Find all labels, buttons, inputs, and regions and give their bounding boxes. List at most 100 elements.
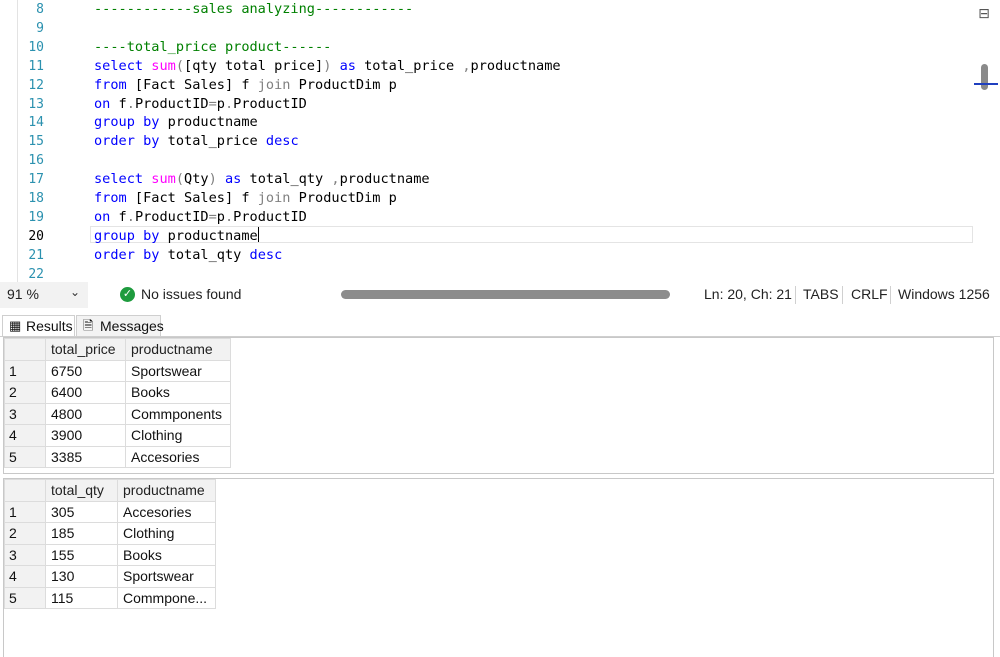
table-cell[interactable]: Commponents xyxy=(125,402,231,425)
table-cell[interactable]: Sportswear xyxy=(125,359,231,382)
table-cell[interactable]: Books xyxy=(125,381,231,404)
line-number: 10 xyxy=(28,39,44,55)
row-number[interactable]: 3 xyxy=(4,543,46,566)
encoding[interactable]: Windows 1256 xyxy=(898,286,990,302)
vertical-scrollbar-thumb[interactable] xyxy=(981,64,988,90)
code-text[interactable]: order by total_qty desc xyxy=(94,246,282,265)
table-cell[interactable]: 4800 xyxy=(45,402,126,425)
table-row[interactable]: 2 6400 Books xyxy=(4,381,231,404)
results-grid-1[interactable]: total_price productname 1 6750 Sportswear … xyxy=(3,337,994,474)
row-number[interactable]: 4 xyxy=(4,565,46,588)
code-text[interactable]: from [Fact Sales] f join ProductDim p xyxy=(94,76,397,95)
row-number[interactable]: 1 xyxy=(4,359,46,382)
code-line[interactable]: 14 group by productname xyxy=(0,113,975,132)
split-editor-icon[interactable]: ⊟ xyxy=(977,6,991,22)
row-number-header[interactable] xyxy=(4,338,46,361)
code-line[interactable]: 11 select sum([qty total price]) as total… xyxy=(0,57,975,76)
horizontal-scrollbar-thumb[interactable] xyxy=(341,290,670,299)
row-number[interactable]: 2 xyxy=(4,381,46,404)
code-line[interactable]: 10 ----total_price product------ xyxy=(0,38,975,57)
code-line[interactable]: 20 group by productname xyxy=(0,226,975,246)
code-text[interactable]: select sum(Qty) as total_qty ,productnam… xyxy=(94,170,430,189)
row-number-header[interactable] xyxy=(4,479,46,502)
code-text[interactable]: on f.ProductID=p.ProductID xyxy=(94,208,307,227)
table-cell[interactable]: Clothing xyxy=(117,522,216,545)
table-cell[interactable]: 305 xyxy=(45,500,118,523)
zoom-dropdown[interactable]: 91 % ⌄ xyxy=(0,282,88,308)
chevron-down-icon: ⌄ xyxy=(70,285,81,299)
table-row[interactable]: 1 305 Accesories xyxy=(4,500,216,523)
table-row[interactable]: 5 3385 Accesories xyxy=(4,445,231,468)
line-number: 13 xyxy=(28,96,44,112)
code-text[interactable]: select sum([qty total price]) as total_p… xyxy=(94,57,561,76)
code-line[interactable]: 18 from [Fact Sales] f join ProductDim p xyxy=(0,189,975,208)
table-cell[interactable]: Accesories xyxy=(125,445,231,468)
row-number[interactable]: 5 xyxy=(4,586,46,609)
code-text[interactable]: ------------sales analyzing------------ xyxy=(94,0,413,19)
table-row[interactable]: 3 4800 Commponents xyxy=(4,402,231,425)
line-ending[interactable]: CRLF xyxy=(851,286,888,302)
line-number: 20 xyxy=(28,228,44,244)
results-grid-2[interactable]: total_qty productname 1 305 Accesories 2 18… xyxy=(3,478,994,657)
table-cell[interactable]: Clothing xyxy=(125,424,231,447)
table-row[interactable]: 2 185 Clothing xyxy=(4,522,216,545)
code-text[interactable]: on f.ProductID=p.ProductID xyxy=(94,95,307,114)
code-line[interactable]: 16 xyxy=(0,151,975,170)
row-number[interactable]: 5 xyxy=(4,445,46,468)
row-number[interactable]: 4 xyxy=(4,424,46,447)
table-row[interactable]: 4 130 Sportswear xyxy=(4,565,216,588)
table-cell[interactable]: 6750 xyxy=(45,359,126,382)
table-cell[interactable]: 185 xyxy=(45,522,118,545)
table-cell[interactable]: 130 xyxy=(45,565,118,588)
code-text[interactable]: ----total_price product------ xyxy=(94,38,331,57)
table-row[interactable]: 3 155 Books xyxy=(4,543,216,566)
table-cell[interactable]: Books xyxy=(117,543,216,566)
status-bar: 91 % ⌄ ✓ No issues found Ln: 20, Ch: 21 … xyxy=(0,282,1000,308)
code-line[interactable]: 8 ------------sales analyzing------------ xyxy=(0,0,975,19)
grid-icon: ▦ xyxy=(9,318,22,333)
column-header[interactable]: productname xyxy=(117,479,216,502)
table-row[interactable]: 5 115 Commpone... xyxy=(4,586,216,609)
row-number[interactable]: 1 xyxy=(4,500,46,523)
code-text[interactable]: group by productname xyxy=(94,226,259,246)
code-text[interactable]: order by total_price desc xyxy=(94,132,299,151)
column-header[interactable]: total_price xyxy=(45,338,126,361)
status-divider xyxy=(795,286,796,304)
table-cell[interactable]: Accesories xyxy=(117,500,216,523)
table-row[interactable]: 1 6750 Sportswear xyxy=(4,359,231,382)
line-number: 17 xyxy=(28,172,44,188)
table-row[interactable]: 4 3900 Clothing xyxy=(4,424,231,447)
code-text[interactable]: from [Fact Sales] f join ProductDim p xyxy=(94,189,397,208)
code-line[interactable]: 21 order by total_qty desc xyxy=(0,246,975,265)
code-line[interactable]: 15 order by total_price desc xyxy=(0,132,975,151)
results-table-1[interactable]: total_price productname 1 6750 Sportswear … xyxy=(4,338,231,468)
tab-messages[interactable]: 🗎 Messages xyxy=(76,315,164,336)
column-header[interactable]: total_qty xyxy=(45,479,118,502)
code-line[interactable]: 22 xyxy=(0,265,975,282)
column-header[interactable]: productname xyxy=(125,338,231,361)
table-cell[interactable]: 155 xyxy=(45,543,118,566)
table-cell[interactable]: 3900 xyxy=(45,424,126,447)
line-number: 11 xyxy=(28,58,44,74)
check-circle-icon: ✓ xyxy=(120,287,135,302)
row-number[interactable]: 2 xyxy=(4,522,46,545)
tab-results[interactable]: ▦ Results xyxy=(2,315,75,336)
cursor-position[interactable]: Ln: 20, Ch: 21 xyxy=(704,286,792,302)
code-line[interactable]: 13 on f.ProductID=p.ProductID xyxy=(0,95,975,114)
table-cell[interactable]: 3385 xyxy=(45,445,126,468)
messages-icon: 🗎 xyxy=(83,318,94,333)
code-line[interactable]: 9 xyxy=(0,19,975,38)
code-line[interactable]: 19 on f.ProductID=p.ProductID xyxy=(0,208,975,227)
code-line[interactable]: 12 from [Fact Sales] f join ProductDim p xyxy=(0,76,975,95)
row-number[interactable]: 3 xyxy=(4,402,46,425)
code-editor[interactable]: 8 ------------sales analyzing------------… xyxy=(0,0,1000,282)
indent-mode[interactable]: TABS xyxy=(803,286,839,302)
code-line[interactable]: 17 select sum(Qty) as total_qty ,productn… xyxy=(0,170,975,189)
table-cell[interactable]: 6400 xyxy=(45,381,126,404)
table-cell[interactable]: 115 xyxy=(45,586,118,609)
results-table-2[interactable]: total_qty productname 1 305 Accesories 2 18… xyxy=(4,479,216,609)
table-cell[interactable]: Sportswear xyxy=(117,565,216,588)
table-cell[interactable]: Commpone... xyxy=(117,586,216,609)
code-text[interactable]: group by productname xyxy=(94,113,258,132)
issues-status[interactable]: No issues found xyxy=(141,286,241,302)
